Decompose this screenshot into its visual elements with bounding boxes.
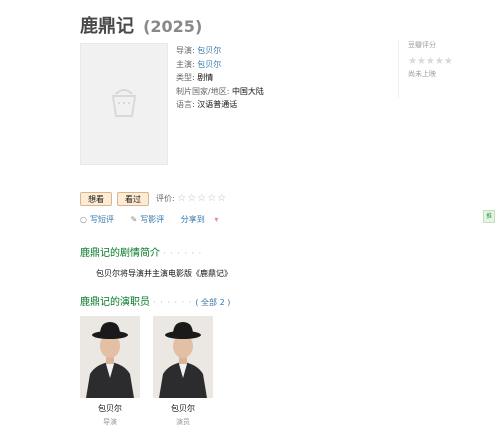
info-star: 主演: 包贝尔	[176, 59, 222, 69]
cast-name[interactable]: 包贝尔	[153, 403, 213, 414]
rating-label: 评价:	[156, 194, 175, 203]
synopsis-heading: 鹿鼎记的剧情简介 · · · · · ·	[80, 248, 203, 259]
no-image-icon	[111, 89, 137, 117]
person-photo-icon	[153, 316, 213, 398]
info-director: 导演: 包贝尔	[176, 46, 222, 55]
star-link[interactable]: 包贝尔	[197, 60, 221, 69]
write-review-link[interactable]: ✎ 写影评	[131, 215, 172, 224]
cast-name[interactable]: 包贝尔	[80, 403, 140, 414]
cast-card[interactable]: 包贝尔 演员	[153, 316, 213, 427]
chevron-down-icon: ▾	[214, 215, 219, 224]
cast-heading: 鹿鼎记的演职员 · · · · · · ( 全部 2 )	[80, 297, 231, 308]
info-genre: 类型: 剧情	[176, 73, 214, 82]
movie-title: 鹿鼎记	[80, 16, 134, 37]
info-language: 语言: 汉语普通话	[176, 100, 238, 109]
comment-icon: ○	[80, 215, 87, 224]
director-link[interactable]: 包贝尔	[197, 46, 221, 55]
share-link[interactable]: 分享到 ▾	[181, 215, 226, 224]
cast-role: 导演	[103, 418, 117, 426]
page-title: 鹿鼎记 (2025)	[80, 12, 202, 38]
all-cast-link[interactable]: ( 全部 2 )	[195, 298, 230, 307]
rating-stars: ★★★★★	[408, 56, 453, 67]
cast-role: 演员	[176, 418, 190, 426]
user-rating: 评价: ☆☆☆☆☆	[156, 193, 227, 204]
write-short-review-link[interactable]: ○ 写短评	[80, 215, 121, 224]
douban-rating-box: 豆瓣评分 ★★★★★ 尚未上映	[398, 40, 500, 98]
rating-stars-input[interactable]: ☆☆☆☆☆	[177, 193, 227, 204]
side-recommend-tab[interactable]: 推	[483, 210, 495, 223]
cast-photo[interactable]	[80, 316, 140, 398]
want-to-watch-button[interactable]: 想看	[80, 192, 112, 206]
cast-card[interactable]: 包贝尔 导演	[80, 316, 140, 427]
pencil-icon: ✎	[130, 215, 138, 224]
movie-year: (2025)	[143, 17, 203, 36]
rating-title: 豆瓣评分	[408, 41, 436, 49]
watched-button[interactable]: 看过	[117, 192, 149, 206]
person-photo-icon	[80, 316, 140, 398]
rating-status: 尚未上映	[408, 70, 436, 78]
info-country: 制片国家/地区: 中国大陆	[176, 86, 264, 96]
movie-info: 导演: 包贝尔 主演: 包贝尔 类型: 剧情 制片国家/地区: 中国大陆 语言:…	[176, 44, 264, 112]
cast-photo[interactable]	[153, 316, 213, 398]
synopsis-text: 包贝尔将导演并主演电影版《鹿鼎记》	[96, 269, 232, 278]
poster-placeholder[interactable]	[80, 43, 168, 165]
action-links: ○ 写短评 ✎ 写影评 分享到 ▾	[80, 214, 232, 225]
